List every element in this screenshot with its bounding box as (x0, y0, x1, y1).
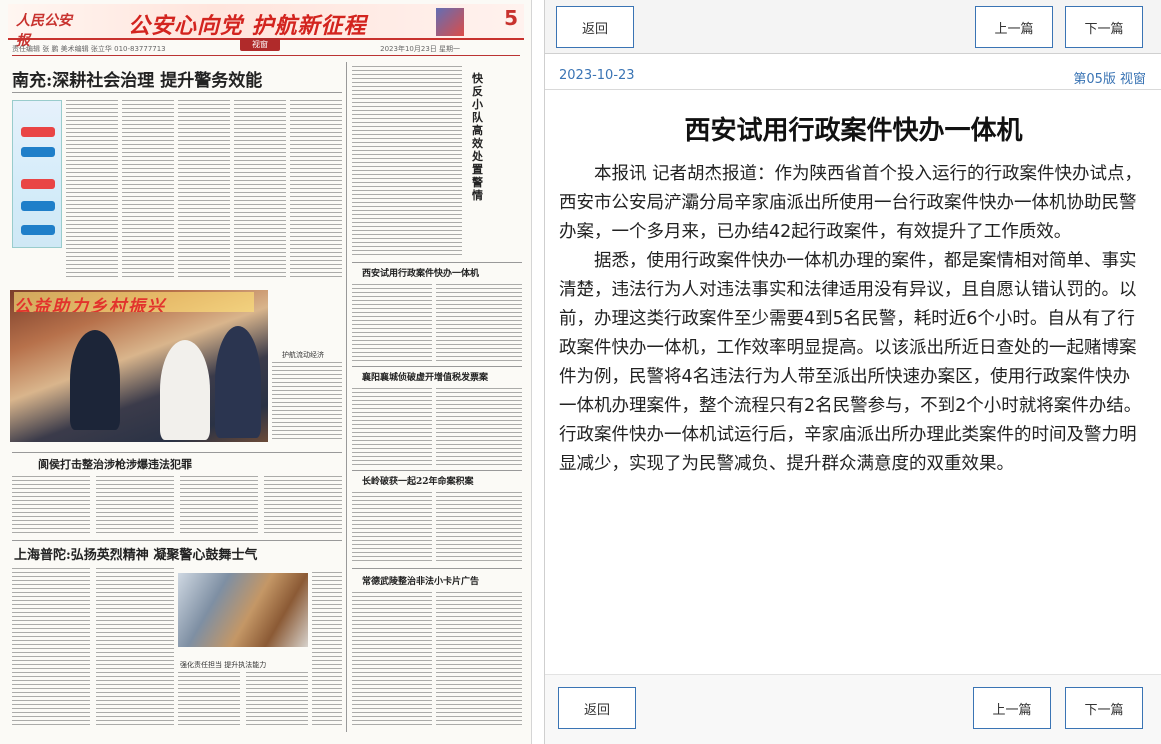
np-infographic-bar (21, 127, 55, 137)
np-text-column (436, 592, 522, 728)
prev-article-button-top[interactable]: 上一篇 (975, 6, 1053, 48)
newspaper-page-number: 5 (504, 6, 518, 30)
next-article-button-top[interactable]: 下一篇 (1065, 6, 1143, 48)
newspaper-banner: 人民公安报 公安心向党 护航新征程 5 (8, 4, 524, 49)
np-rule (352, 262, 522, 263)
back-button-top[interactable]: 返回 (556, 6, 634, 48)
np-text-column (272, 362, 342, 442)
newspaper-banner-title: 公安心向党 护航新征程 (128, 13, 367, 39)
article-paragraph: 本报讯 记者胡杰报道：作为陕西省首个投入运行的行政案件快办试点，西安市公安局浐灞… (559, 164, 1143, 242)
np-photo-figure (70, 330, 120, 430)
np-text-column (96, 568, 174, 728)
np-infographic-bar (21, 147, 55, 157)
np-rule (346, 62, 347, 732)
np-infographic-bar (21, 179, 55, 189)
article-meta-line: 2023-10-23 第05版 视窗 (545, 66, 1161, 90)
newspaper-logo: 人民公安报 (16, 13, 72, 49)
article-paragraph: 据悉，使用行政案件快办一体机办理的案件，都是案情相对简单、事实清楚，违法行为人对… (559, 251, 1142, 474)
np-text-column (96, 476, 174, 536)
newspaper-meta-left: 责任编辑 张 鹏 美术编辑 张立华 010-83777713 (12, 45, 166, 53)
article-viewer: 返回 上一篇 下一篇 2023-10-23 第05版 视窗 西安试用行政案件快办… (544, 0, 1161, 744)
np-infographic-bar (21, 225, 55, 235)
np-headline-7[interactable]: 常德武陵整治非法小卡片广告 (362, 574, 479, 587)
np-rule (12, 452, 342, 453)
np-rule (352, 470, 522, 471)
np-photo-caption: 护航流动经济 (282, 351, 324, 359)
np-text-column (178, 100, 230, 280)
np-text-column (12, 568, 90, 728)
newspaper-page-image[interactable]: 人民公安报 公安心向党 护航新征程 5 视窗 责任编辑 张 鹏 美术编辑 张立华… (0, 0, 532, 744)
article-body: 本报讯 记者胡杰报道：作为陕西省首个投入运行的行政案件快办试点，西安市公安局浐灞… (559, 160, 1144, 479)
np-text-column (264, 476, 342, 536)
np-photo-banner: 公益助力乡村振兴 (14, 292, 254, 312)
np-text-column (312, 572, 342, 728)
np-rule (12, 92, 342, 93)
np-text-column (290, 100, 342, 280)
np-rule (12, 540, 342, 541)
np-photo-caption: 强化责任担当 提升执法能力 (180, 661, 267, 669)
newspaper-meta: 责任编辑 张 鹏 美术编辑 张立华 010-83777713 2023年10月2… (12, 44, 520, 56)
np-rule (352, 366, 522, 367)
np-vertical-title[interactable]: 快反小队高效处置警情 (472, 72, 486, 202)
prev-article-button-bottom[interactable]: 上一篇 (973, 687, 1051, 729)
np-text-column (352, 492, 432, 564)
np-photo-police-office[interactable] (178, 573, 308, 647)
np-photo-police-village[interactable] (10, 290, 268, 442)
next-article-button-bottom[interactable]: 下一篇 (1065, 687, 1143, 729)
newspaper-meta-date: 2023年10月23日 星期一 (380, 45, 460, 53)
np-text-column (246, 672, 308, 728)
np-headline-1[interactable]: 南充:深耕社会治理 提升警务效能 (12, 66, 262, 91)
np-text-column (122, 100, 174, 280)
np-headline-3[interactable]: 上海普陀:弘扬英烈精神 凝聚警心鼓舞士气 (14, 544, 257, 563)
np-text-column (12, 476, 90, 536)
flag-graphic (436, 8, 464, 36)
np-text-column (180, 476, 258, 536)
np-headline-2[interactable]: 阆侯打击整治涉枪涉爆违法犯罪 (38, 456, 192, 472)
np-text-column (436, 492, 522, 564)
np-headline-4[interactable]: 西安试用行政案件快办一体机 (362, 266, 479, 279)
np-rule (352, 568, 522, 569)
np-photo-figure (160, 340, 210, 440)
article-date: 2023-10-23 (559, 68, 635, 83)
np-text-column (352, 592, 432, 728)
np-text-column (66, 100, 118, 280)
np-photo-figure (215, 326, 261, 438)
top-toolbar: 返回 上一篇 下一篇 (545, 0, 1161, 54)
np-headline-6[interactable]: 长岭破获一起22年命案积案 (362, 474, 474, 487)
np-text-column (352, 388, 432, 466)
np-text-column (352, 284, 432, 362)
np-headline-5[interactable]: 襄阳襄城侦破虚开增值税发票案 (362, 370, 488, 383)
np-text-column (178, 672, 240, 728)
np-text-column (436, 284, 522, 362)
np-infographic (12, 100, 62, 248)
back-button-bottom[interactable]: 返回 (558, 687, 636, 729)
article-edition[interactable]: 第05版 视窗 (1073, 68, 1146, 87)
article-title: 西安试用行政案件快办一体机 (684, 116, 1023, 146)
bottom-toolbar: 返回 上一篇 下一篇 (545, 674, 1161, 744)
np-text-column (352, 66, 462, 258)
np-text-column (436, 388, 522, 466)
np-text-column (234, 100, 286, 280)
np-infographic-bar (21, 201, 55, 211)
